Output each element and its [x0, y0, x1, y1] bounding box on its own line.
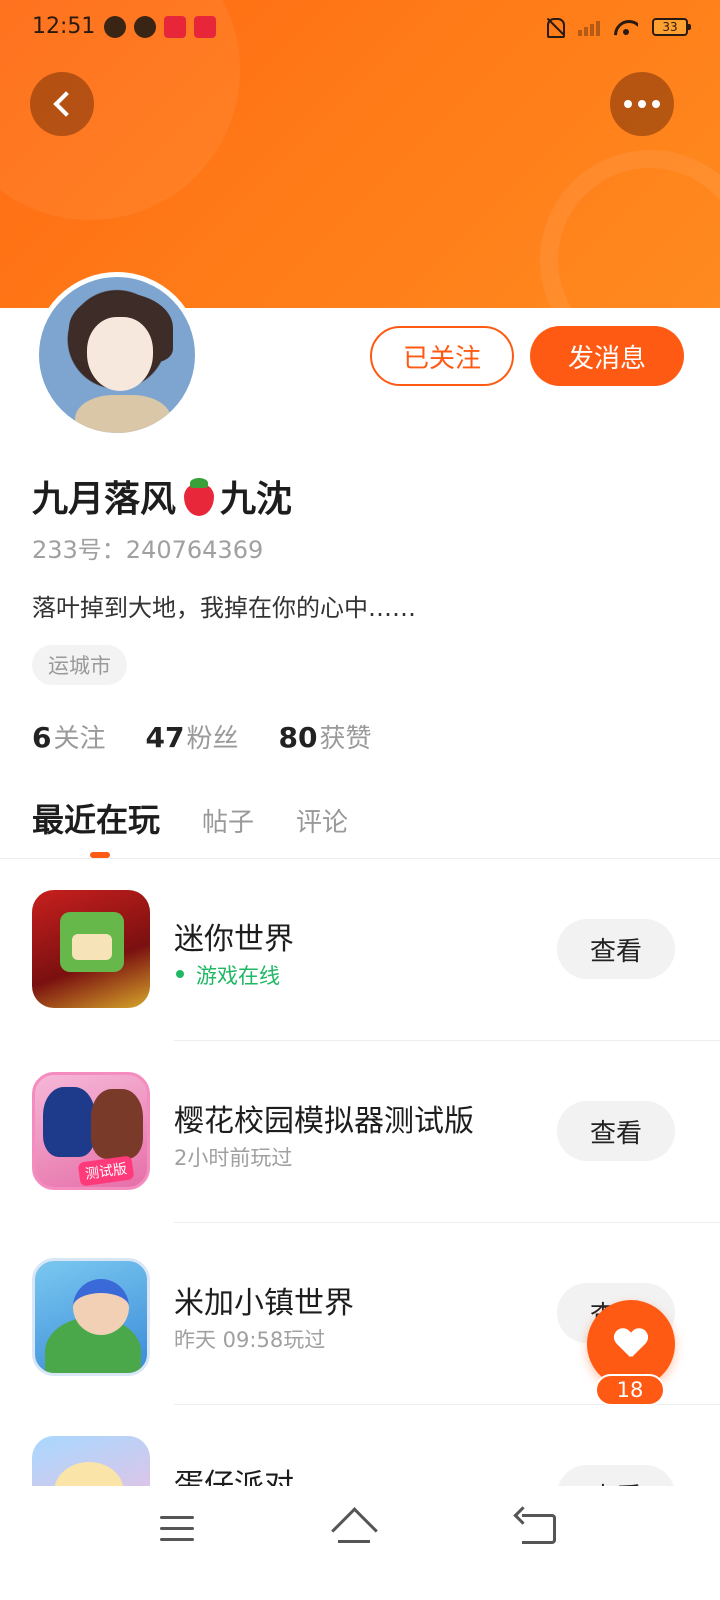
stat-label: 粉丝 — [186, 724, 239, 754]
last-played: 2小时前玩过 — [174, 1146, 293, 1170]
avatar-face — [87, 317, 153, 391]
icon-tag: 测试版 — [77, 1155, 135, 1187]
mute-bell-icon — [544, 16, 565, 38]
view-button[interactable]: 查看 — [557, 1101, 675, 1161]
game-icon — [32, 1258, 150, 1376]
tab-posts[interactable]: 帖子 — [202, 802, 254, 839]
signal-icon — [578, 18, 600, 36]
avatar[interactable] — [34, 272, 200, 438]
banner-decoration — [540, 150, 720, 308]
status-bar: 12:51 33 — [0, 0, 720, 58]
game-title: 米加小镇世界 — [174, 1286, 354, 1321]
stat-label: 获赞 — [319, 724, 372, 754]
system-status-icons: 33 — [544, 16, 691, 38]
divider — [174, 1222, 720, 1223]
divider — [0, 858, 720, 859]
divider — [174, 1040, 720, 1041]
name-part-1: 九月落风 — [32, 479, 177, 520]
send-message-button[interactable]: 发消息 — [530, 326, 684, 386]
tab-comments[interactable]: 评论 — [296, 802, 348, 839]
last-played: 昨天 09:58玩过 — [174, 1328, 326, 1352]
stat-label: 关注 — [53, 724, 106, 754]
chevron-left-icon — [53, 91, 79, 117]
stat-number: 47 — [145, 721, 185, 754]
game-icon — [32, 890, 150, 1008]
app-notification-icon — [164, 16, 186, 38]
stat-following[interactable]: 6 关注 — [32, 718, 106, 755]
game-icon: 测试版 — [32, 1072, 150, 1190]
app-notification-icon — [104, 16, 126, 38]
like-count: 18 — [595, 1374, 665, 1406]
tab-recently-played[interactable]: 最近在玩 — [32, 795, 160, 841]
user-id: 233号：240764369 — [32, 536, 264, 564]
app-notification-icon — [134, 16, 156, 38]
list-item[interactable]: 迷你世界 游戏在线 查看 — [0, 860, 720, 1042]
menu-icon[interactable] — [160, 1516, 194, 1542]
back-nav-icon[interactable] — [522, 1514, 556, 1544]
view-button[interactable]: 查看 — [557, 919, 675, 979]
status-time: 12:51 — [32, 14, 96, 39]
user-bio: 落叶掉到大地，我掉在你的心中…… — [32, 594, 416, 622]
stat-number: 6 — [32, 721, 52, 754]
back-button[interactable] — [30, 72, 94, 136]
stat-likes[interactable]: 80 获赞 — [278, 718, 371, 755]
stat-number: 80 — [278, 721, 318, 754]
more-options-button[interactable] — [610, 72, 674, 136]
profile-name: 九月落风 九沈 — [32, 470, 292, 522]
stat-followers[interactable]: 47 粉丝 — [146, 718, 239, 755]
home-icon[interactable] — [332, 1510, 376, 1546]
avatar-body — [75, 395, 171, 433]
profile-tabs: 最近在玩 帖子 评论 — [32, 795, 348, 841]
game-status: 游戏在线 — [174, 960, 280, 990]
more-dots-icon — [624, 100, 660, 108]
system-nav-bar — [0, 1486, 720, 1600]
battery-icon: 33 — [652, 18, 691, 36]
location-tag: 运城市 — [32, 645, 127, 685]
wifi-icon — [614, 18, 638, 36]
heart-icon — [614, 1329, 648, 1359]
name-part-2: 九沈 — [220, 479, 293, 520]
strawberry-icon — [180, 476, 216, 516]
profile-stats: 6 关注 47 粉丝 80 获赞 — [32, 718, 371, 755]
list-item[interactable]: 测试版 樱花校园模拟器测试版 2小时前玩过 查看 — [0, 1042, 720, 1224]
notification-icons — [104, 16, 216, 38]
game-title: 樱花校园模拟器测试版 — [174, 1104, 474, 1139]
followed-button[interactable]: 已关注 — [370, 326, 514, 386]
game-title: 迷你世界 — [174, 922, 294, 957]
app-notification-icon — [194, 16, 216, 38]
